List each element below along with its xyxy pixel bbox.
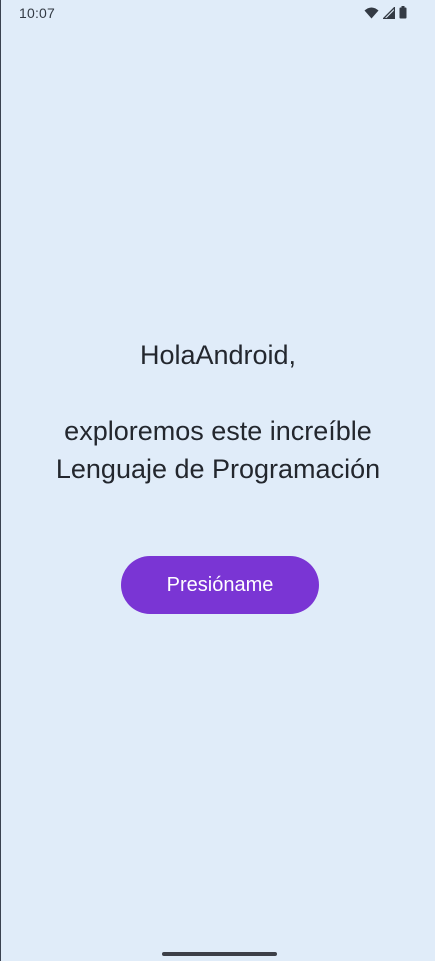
status-bar: 10:07 — [1, 0, 435, 26]
status-icons — [364, 6, 407, 19]
greeting-line-2: exploremos este increíble — [64, 416, 372, 446]
greeting-line-3: Lenguaje de Programación — [55, 454, 381, 484]
gesture-navigation-handle[interactable] — [162, 952, 277, 956]
press-me-button[interactable]: Presióname — [121, 556, 319, 614]
battery-icon — [399, 6, 407, 19]
wifi-icon — [364, 7, 379, 19]
greeting-blank-line — [1, 374, 435, 412]
greeting-text: HolaAndroid, exploremos este increíble L… — [1, 336, 435, 488]
greeting-line-1: HolaAndroid, — [139, 340, 297, 370]
status-time: 10:07 — [19, 5, 56, 21]
cellular-signal-icon — [383, 6, 395, 19]
